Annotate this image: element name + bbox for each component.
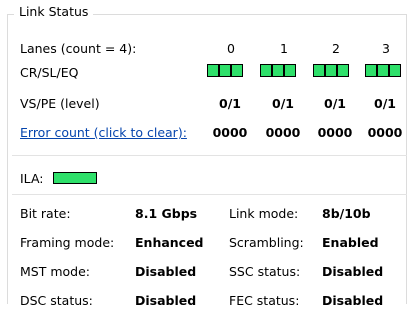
sl-indicator: [326, 65, 336, 76]
vs-pe-lane-1: 0/1: [272, 96, 294, 111]
cr-indicator: [314, 65, 324, 76]
link-status-group: [7, 14, 407, 304]
lane-1-cr-sl-eq-indicator: [260, 64, 296, 77]
vs-pe-lane-0: 0/1: [219, 96, 241, 111]
lane-2-cr-sl-eq-indicator: [313, 64, 349, 77]
divider: [12, 155, 407, 156]
error-count-lane-0: 0000: [212, 125, 248, 140]
sl-indicator: [220, 65, 230, 76]
vs-pe-lane-2: 0/1: [324, 96, 346, 111]
cr-indicator: [366, 65, 376, 76]
group-title: Link Status: [14, 4, 94, 19]
link-mode-label: Link mode:: [229, 206, 299, 221]
ssc-status-value: Disabled: [322, 264, 384, 279]
ssc-status-label: SSC status:: [229, 264, 301, 279]
cr-indicator: [208, 65, 218, 76]
lane-index-0: 0: [227, 41, 235, 56]
lane-0-cr-sl-eq-indicator: [207, 64, 243, 77]
bit-rate-label: Bit rate:: [20, 206, 71, 221]
eq-indicator: [285, 65, 295, 76]
cr-sl-eq-label: CR/SL/EQ: [20, 65, 79, 80]
scrambling-value: Enabled: [322, 235, 379, 250]
dsc-status-label: DSC status:: [20, 293, 93, 308]
fec-status-value: Disabled: [322, 293, 384, 308]
sl-indicator: [378, 65, 388, 76]
error-count-lane-3: 0000: [367, 125, 403, 140]
eq-indicator: [232, 65, 242, 76]
ila-status-indicator: [53, 172, 97, 184]
dsc-status-value: Disabled: [135, 293, 197, 308]
bit-rate-value: 8.1 Gbps: [135, 206, 198, 221]
lane-3-cr-sl-eq-indicator: [365, 64, 401, 77]
sl-indicator: [273, 65, 283, 76]
vs-pe-label: VS/PE (level): [20, 96, 100, 111]
divider: [12, 194, 407, 195]
ila-label: ILA:: [20, 171, 44, 186]
lane-index-1: 1: [280, 41, 288, 56]
error-count-lane-1: 0000: [265, 125, 301, 140]
eq-indicator: [390, 65, 400, 76]
lane-index-3: 3: [382, 41, 390, 56]
error-count-lane-2: 0000: [317, 125, 353, 140]
link-mode-value: 8b/10b: [322, 206, 371, 221]
error-count-clear-link[interactable]: Error count (click to clear):: [20, 125, 187, 140]
mst-mode-value: Disabled: [135, 264, 197, 279]
framing-mode-label: Framing mode:: [20, 235, 115, 250]
lanes-label: Lanes (count = 4):: [20, 41, 137, 56]
mst-mode-label: MST mode:: [20, 264, 90, 279]
framing-mode-value: Enhanced: [135, 235, 204, 250]
eq-indicator: [338, 65, 348, 76]
scrambling-label: Scrambling:: [229, 235, 304, 250]
vs-pe-lane-3: 0/1: [374, 96, 396, 111]
lane-index-2: 2: [332, 41, 340, 56]
cr-indicator: [261, 65, 271, 76]
fec-status-label: FEC status:: [229, 293, 300, 308]
